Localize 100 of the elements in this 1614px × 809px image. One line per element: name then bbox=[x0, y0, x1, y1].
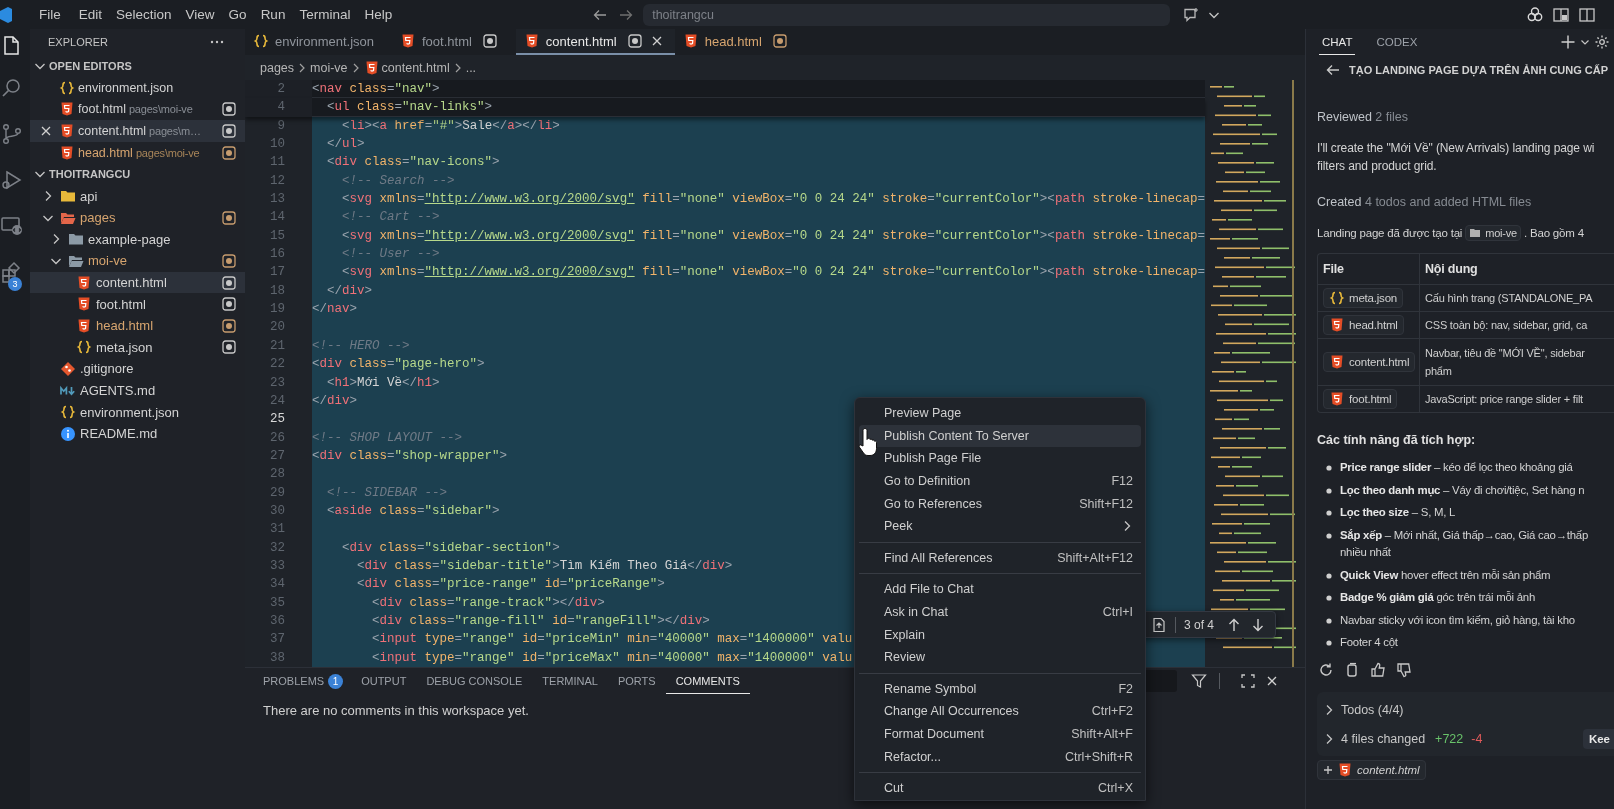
tree-item[interactable]: foot.html bbox=[30, 293, 245, 315]
editor-tab[interactable]: head.html bbox=[674, 29, 806, 55]
remote-monitor-icon[interactable] bbox=[0, 214, 24, 238]
menu-item[interactable]: Selection bbox=[109, 7, 179, 22]
editor-tab[interactable]: content.html bbox=[515, 29, 675, 55]
folder-chip[interactable]: moi-ve bbox=[1465, 225, 1521, 241]
file-chip[interactable]: content.html bbox=[1323, 352, 1416, 372]
line-number: 23 bbox=[269, 374, 286, 392]
menu-item[interactable]: Cut Ctrl+X bbox=[859, 776, 1141, 800]
menu-item[interactable]: Publish Content To Server bbox=[859, 424, 1141, 448]
html-file-icon bbox=[1337, 761, 1353, 778]
breadcrumb-item[interactable]: content.html bbox=[381, 60, 450, 75]
attachment-chip[interactable]: content.html bbox=[1317, 759, 1426, 780]
file-chip[interactable]: head.html bbox=[1323, 315, 1404, 335]
line-number: 32 bbox=[269, 539, 286, 557]
changes-summary[interactable]: 4 files changed bbox=[1341, 732, 1426, 746]
html-file-icon bbox=[400, 33, 416, 49]
menu-item[interactable]: View bbox=[178, 7, 222, 22]
tree-item[interactable]: .gitignore bbox=[30, 358, 245, 380]
open-editor-item[interactable]: foot.html pages\moi-ve bbox=[30, 98, 245, 121]
branch-icon[interactable] bbox=[0, 122, 24, 146]
file-name: api bbox=[80, 188, 98, 204]
menu-item[interactable]: Run bbox=[253, 7, 293, 22]
find-in-selection-icon[interactable] bbox=[1151, 616, 1167, 633]
menu-item[interactable]: File bbox=[32, 7, 68, 22]
line-number: 12 bbox=[269, 172, 286, 190]
editor-tab[interactable]: environment.json bbox=[245, 29, 392, 55]
tree-item[interactable]: moi-ve bbox=[30, 250, 245, 272]
command-search-field[interactable]: thoitrangcu bbox=[643, 3, 1171, 26]
menu-item[interactable]: Change All Occurrences Ctrl+F2 bbox=[859, 700, 1141, 723]
panel-title: EXPLORER bbox=[48, 36, 108, 48]
menu-item[interactable]: Edit bbox=[71, 7, 110, 22]
chat-tab[interactable]: CHAT bbox=[1319, 29, 1356, 55]
chat-text: . Bao gồm 4 bbox=[1524, 227, 1584, 239]
html-file-icon bbox=[59, 101, 75, 118]
split-view-icon[interactable] bbox=[1578, 5, 1596, 24]
panel-tab[interactable]: COMMENTS bbox=[665, 668, 750, 694]
todos-summary[interactable]: Todos (4/4) bbox=[1341, 703, 1404, 717]
list-item-text: Navbar sticky với icon tìm kiếm, giỏ hàng, tài kho bbox=[1340, 612, 1575, 628]
chat-tab[interactable]: CODEX bbox=[1373, 29, 1421, 55]
panel-tab[interactable]: OUTPUT bbox=[351, 668, 417, 694]
file-name: moi-ve bbox=[88, 253, 127, 269]
panel-layout-icon[interactable] bbox=[1552, 5, 1570, 24]
breadcrumb-item[interactable]: moi-ve bbox=[310, 60, 348, 75]
file-name: environment.json bbox=[78, 80, 174, 95]
tree-item[interactable]: environment.json bbox=[30, 401, 245, 423]
tree-item[interactable]: AGENTS.md bbox=[30, 379, 245, 402]
section-header[interactable]: OPEN EDITORS bbox=[49, 60, 132, 72]
breadcrumb-item[interactable]: ... bbox=[465, 60, 477, 75]
open-editor-item[interactable]: head.html pages\moi-ve bbox=[30, 141, 245, 164]
refresh-icon[interactable] bbox=[1318, 661, 1334, 678]
line-number: 35 bbox=[269, 594, 286, 612]
editor-tab[interactable]: foot.html bbox=[392, 29, 516, 55]
tree-item[interactable]: pages bbox=[30, 206, 245, 229]
tree-item[interactable]: README.md bbox=[30, 422, 245, 445]
keep-button[interactable]: Kee bbox=[1582, 729, 1614, 749]
maximize-icon[interactable] bbox=[1240, 673, 1256, 689]
tab-label: environment.json bbox=[275, 33, 374, 49]
tree-item[interactable]: head.html bbox=[30, 314, 245, 337]
back-arrow-icon[interactable] bbox=[1325, 62, 1341, 78]
bullet-icon bbox=[1326, 487, 1332, 494]
menu-item[interactable]: Terminal bbox=[292, 7, 358, 22]
panel-tab[interactable]: PROBLEMS bbox=[263, 668, 329, 694]
tree-item[interactable]: example-page bbox=[30, 228, 245, 251]
column-header: File bbox=[1318, 254, 1420, 284]
file-chip[interactable]: meta.json bbox=[1323, 288, 1404, 308]
open-editor-item[interactable]: environment.json bbox=[30, 77, 245, 99]
plus-icon bbox=[1323, 764, 1333, 775]
section-header[interactable]: THOITRANGCU bbox=[49, 168, 131, 181]
thumbs-up-icon[interactable] bbox=[1370, 661, 1386, 678]
file-chip[interactable]: foot.html bbox=[1323, 389, 1398, 409]
breadcrumb-item[interactable]: pages bbox=[260, 60, 295, 75]
open-editor-item[interactable]: content.html pages\m… bbox=[30, 120, 245, 142]
menu-item[interactable]: Go bbox=[221, 7, 254, 22]
filter-icon[interactable] bbox=[1191, 673, 1207, 689]
settings-icon[interactable] bbox=[1594, 34, 1610, 50]
line-number: 33 bbox=[269, 557, 286, 575]
tree-item[interactable]: api bbox=[30, 185, 245, 207]
menu-item[interactable]: Help bbox=[357, 7, 400, 22]
thumbs-down-icon[interactable] bbox=[1396, 661, 1412, 678]
panel-tab[interactable]: TERMINAL bbox=[532, 668, 608, 694]
panel-tab[interactable]: PORTS bbox=[607, 668, 666, 694]
tree-item[interactable]: meta.json bbox=[30, 336, 245, 359]
line-number: 18 bbox=[269, 282, 286, 300]
copy-icon[interactable] bbox=[1344, 661, 1360, 678]
line-number: 16 bbox=[269, 246, 286, 264]
bullet-icon bbox=[1326, 465, 1332, 471]
run-debug-icon[interactable] bbox=[0, 168, 24, 192]
line-number: 31 bbox=[269, 521, 286, 539]
menu-item[interactable]: Rename Symbol F2 bbox=[859, 677, 1141, 701]
braces-icon bbox=[253, 33, 269, 49]
list-item-text: Badge % giảm giá góc trên trái mỗi ảnh bbox=[1340, 590, 1535, 605]
plus-icon[interactable] bbox=[1560, 34, 1576, 50]
menu-item[interactable]: Refactor... Ctrl+Shift+R bbox=[859, 745, 1141, 768]
knot-logo-icon[interactable] bbox=[1526, 5, 1544, 24]
menu-item[interactable]: Format Document Shift+Alt+F bbox=[859, 722, 1141, 746]
tree-item[interactable]: content.html bbox=[30, 271, 245, 294]
line-number: 14 bbox=[269, 209, 286, 227]
html-file-icon bbox=[1329, 317, 1345, 333]
panel-tab[interactable]: DEBUG CONSOLE bbox=[416, 668, 533, 694]
